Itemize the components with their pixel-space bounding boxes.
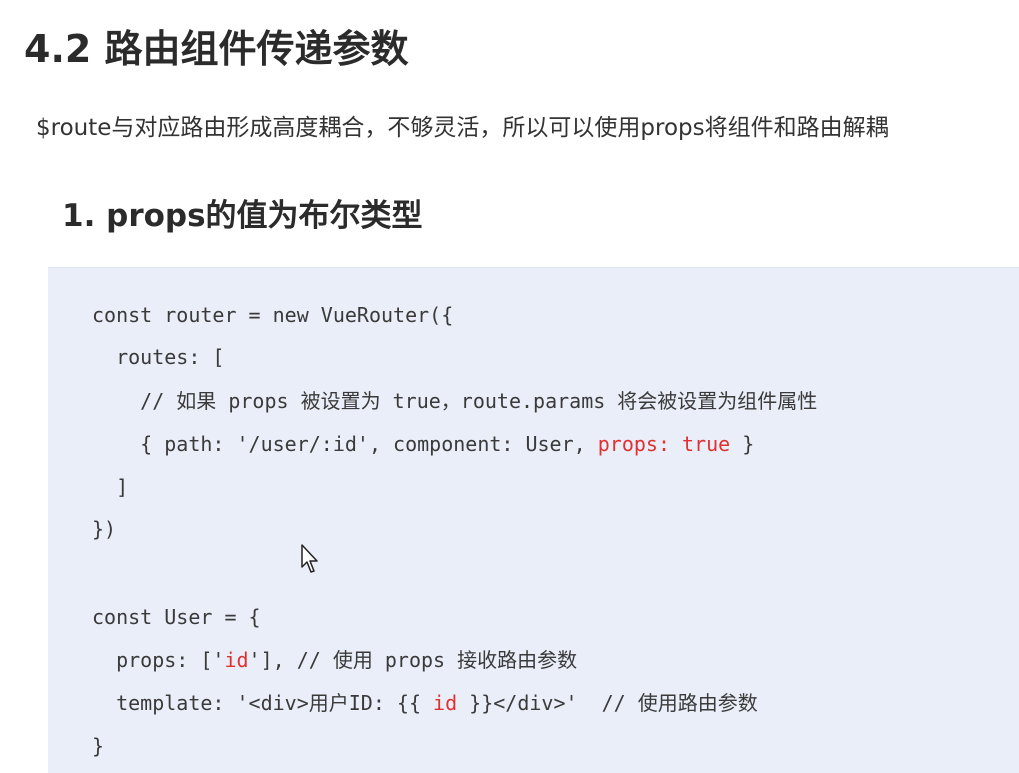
- code-comment: // 如果 props 被设置为 true，route.params 将会被设置…: [92, 389, 818, 413]
- code-text: template: '<div>用户ID: {{: [92, 691, 434, 715]
- code-line-4: { path: '/user/:id', component: User, pr…: [92, 428, 754, 460]
- mouse-pointer-icon: [301, 544, 318, 573]
- page-title: 4.2 路由组件传递参数: [24, 27, 409, 71]
- code-line-5: ]: [92, 475, 129, 499]
- code-line-8: props: ['id'], // 使用 props 接收路由参数: [92, 644, 577, 676]
- code-text: { path: '/user/:id', component: User,: [92, 432, 598, 456]
- code-line-10: }: [92, 734, 105, 758]
- code-highlight: id: [224, 648, 249, 672]
- code-line-9: template: '<div>用户ID: {{ id }}</div>' //…: [92, 687, 758, 719]
- code-line-3: // 如果 props 被设置为 true，route.params 将会被设置…: [92, 385, 817, 417]
- code-block: const router = new VueRouter({ routes: […: [48, 267, 1019, 773]
- code-highlight: id: [433, 691, 458, 715]
- code-text: }}</div>' // 使用路由参数: [457, 691, 758, 715]
- code-text: props: [': [92, 648, 225, 672]
- code-line-7: const User = {: [92, 605, 261, 629]
- intro-paragraph: $route与对应路由形成高度耦合，不够灵活，所以可以使用props将组件和路由…: [36, 115, 889, 141]
- code-text: '], // 使用 props 接收路由参数: [248, 648, 578, 672]
- section-subtitle: 1. props的值为布尔类型: [62, 198, 423, 234]
- code-highlight: props: true: [597, 432, 731, 456]
- code-line-2: routes: [: [92, 345, 225, 369]
- code-text: }: [730, 432, 755, 456]
- code-line-6: }): [92, 517, 117, 541]
- code-line-1: const router = new VueRouter({: [92, 303, 454, 327]
